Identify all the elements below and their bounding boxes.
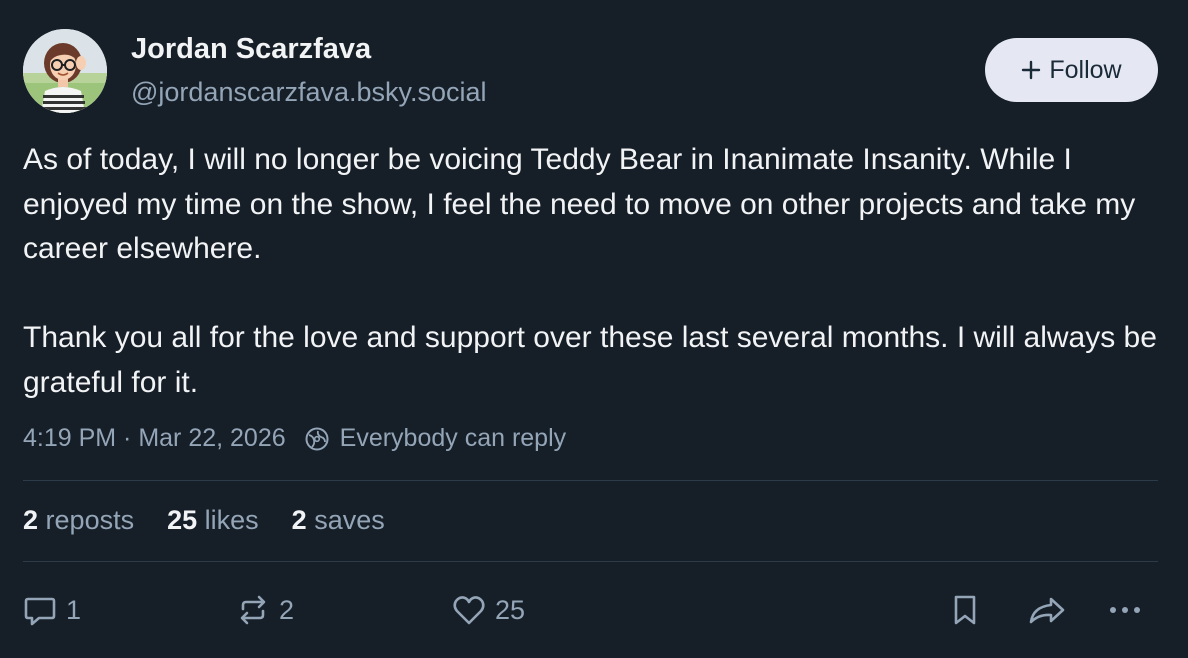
post-text: As of today, I will no longer be voicing… bbox=[23, 138, 1163, 405]
follow-button[interactable]: Follow bbox=[985, 38, 1158, 102]
repost-count: 2 bbox=[279, 594, 295, 625]
author-handle[interactable]: @jordanscarzfava.bsky.social bbox=[131, 77, 487, 108]
likes-count: 25 bbox=[167, 505, 198, 535]
likes-stat[interactable]: 25 likes bbox=[167, 505, 259, 536]
saves-label: saves bbox=[314, 505, 385, 535]
post-paragraph: Thank you all for the love and support o… bbox=[23, 321, 1157, 399]
follow-button-label: Follow bbox=[1049, 55, 1122, 84]
globe-icon bbox=[304, 426, 330, 452]
post-timestamp[interactable]: 4:19 PM · Mar 22, 2026 bbox=[23, 424, 286, 453]
repost-icon bbox=[235, 592, 271, 628]
more-icon bbox=[1106, 592, 1144, 628]
engagement-stats: 2 reposts 25 likes 2 saves bbox=[23, 505, 418, 536]
bookmark-button[interactable] bbox=[947, 592, 983, 628]
avatar[interactable] bbox=[23, 29, 107, 113]
saves-count: 2 bbox=[291, 505, 307, 535]
reply-icon bbox=[22, 592, 58, 628]
reposts-label: reposts bbox=[45, 505, 135, 535]
divider bbox=[23, 480, 1158, 481]
post-meta: 4:19 PM · Mar 22, 2026 Everybody can rep… bbox=[23, 424, 566, 453]
reposts-count: 2 bbox=[23, 505, 39, 535]
like-button[interactable]: 25 bbox=[451, 592, 525, 628]
heart-icon bbox=[451, 592, 487, 628]
bookmark-icon bbox=[947, 592, 983, 628]
likes-label: likes bbox=[204, 505, 259, 535]
plus-icon bbox=[1021, 60, 1041, 80]
like-count: 25 bbox=[495, 594, 526, 625]
share-button[interactable] bbox=[1027, 592, 1067, 628]
repost-button[interactable]: 2 bbox=[235, 592, 294, 628]
reply-count: 1 bbox=[66, 594, 82, 625]
reply-button[interactable]: 1 bbox=[22, 592, 81, 628]
reposts-stat[interactable]: 2 reposts bbox=[23, 505, 134, 536]
post-thread-card: Jordan Scarzfava @jordanscarzfava.bsky.s… bbox=[0, 0, 1188, 658]
reply-setting-label: Everybody can reply bbox=[339, 424, 567, 452]
divider bbox=[23, 561, 1158, 562]
share-icon bbox=[1027, 592, 1067, 628]
author-display-name[interactable]: Jordan Scarzfava bbox=[131, 33, 371, 66]
post-paragraph: As of today, I will no longer be voicing… bbox=[23, 143, 1136, 265]
saves-stat[interactable]: 2 saves bbox=[292, 505, 385, 536]
more-options-button[interactable] bbox=[1106, 592, 1144, 628]
post-actions-bar: 1 2 25 bbox=[0, 586, 1188, 636]
avatar-image bbox=[23, 29, 107, 113]
